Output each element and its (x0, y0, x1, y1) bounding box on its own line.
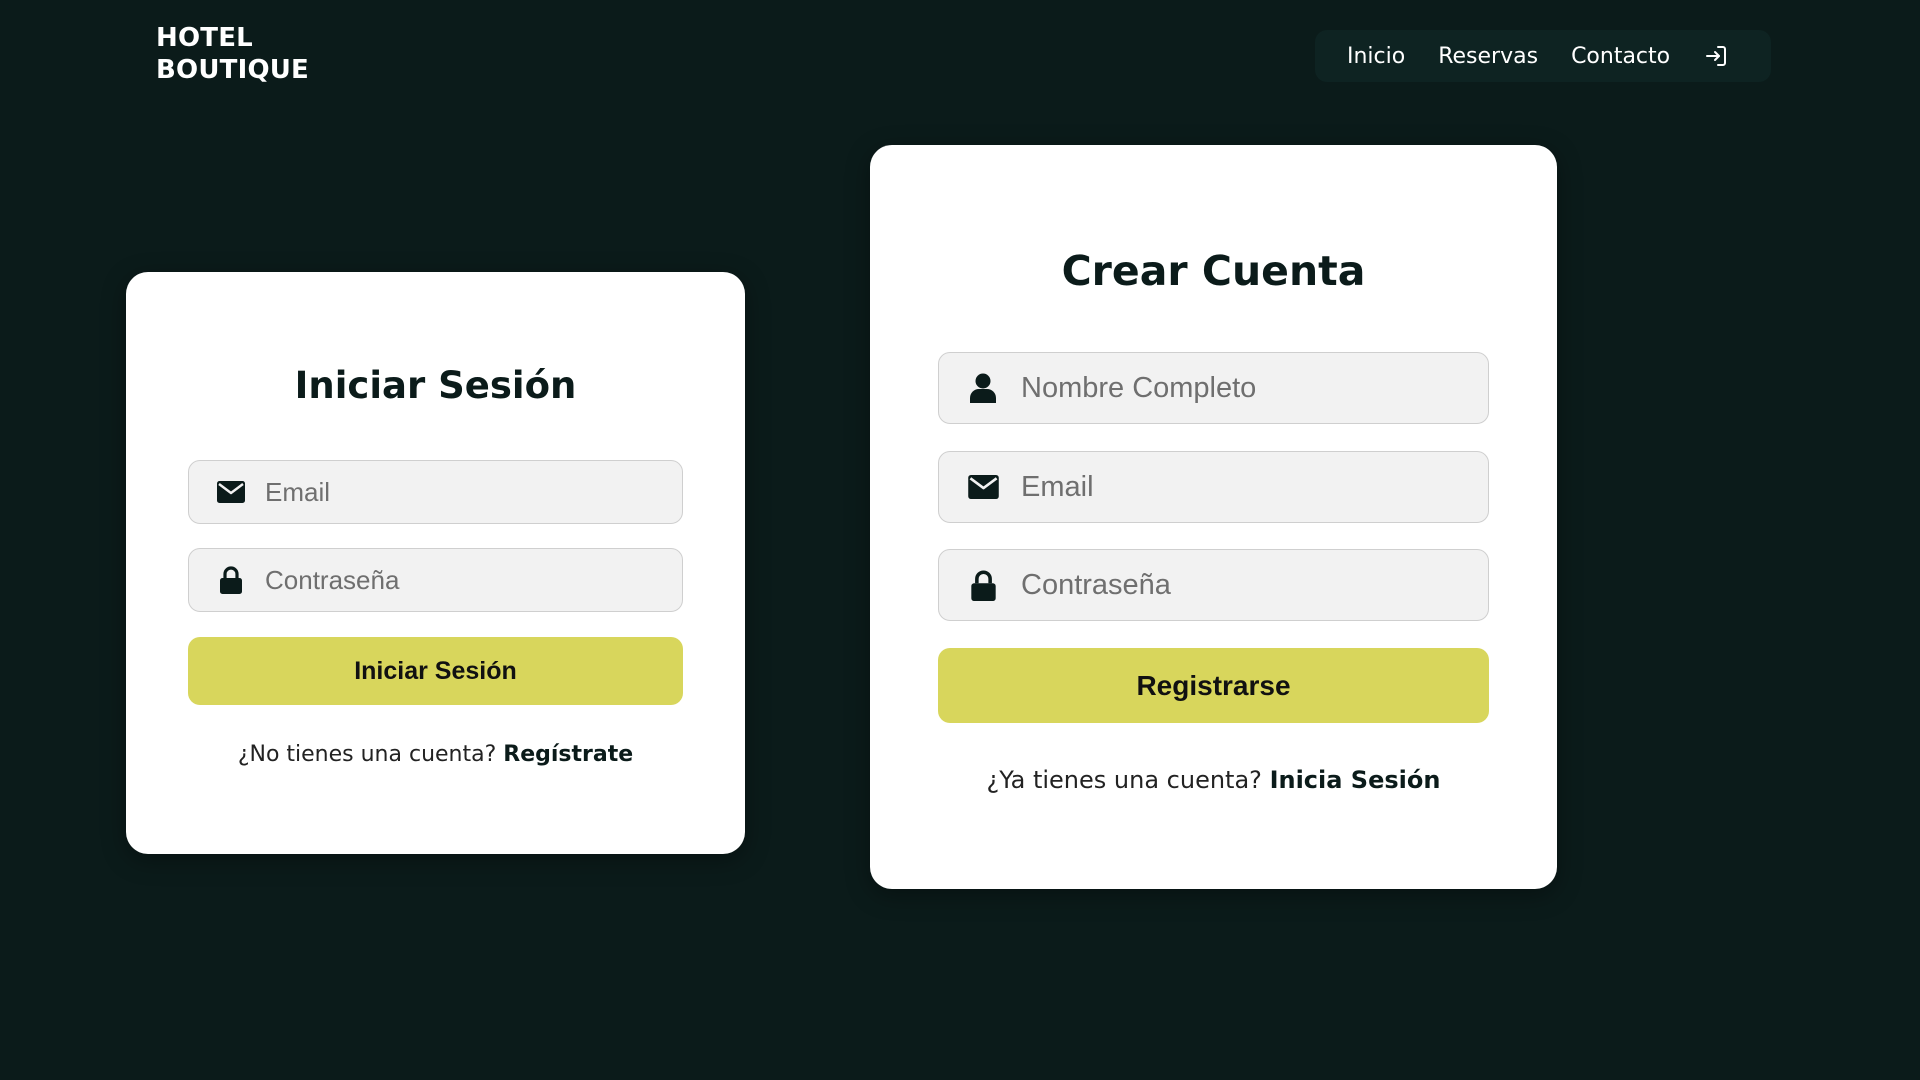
login-link[interactable]: Inicia Sesión (1270, 766, 1441, 794)
register-password-input[interactable] (1021, 550, 1488, 620)
register-link[interactable]: Regístrate (503, 742, 633, 767)
envelope-icon (965, 475, 1001, 499)
login-switch-text: ¿No tienes una cuenta? (237, 742, 497, 767)
login-title: Iniciar Sesión (294, 364, 577, 407)
register-switch-text: ¿Ya tienes una cuenta? (986, 766, 1262, 794)
register-switch-prompt: ¿Ya tienes una cuenta? Inicia Sesión (870, 766, 1557, 794)
logo-line-1: HOTEL (156, 23, 253, 53)
register-card: Crear Cuenta Nombre Completo Email Regis… (870, 145, 1557, 889)
nav-link-reservas[interactable]: Reservas (1438, 44, 1538, 69)
register-email-field[interactable] (938, 451, 1489, 523)
register-email-input[interactable] (1021, 452, 1488, 522)
login-password-field[interactable] (188, 548, 683, 612)
logo-line-2: BOUTIQUE (156, 55, 310, 85)
login-submit-button[interactable]: Iniciar Sesión (188, 637, 683, 705)
register-name-field[interactable] (938, 352, 1489, 424)
top-nav: Inicio Reservas Contacto (1315, 30, 1771, 82)
nav-link-inicio[interactable]: Inicio (1347, 44, 1405, 69)
lock-icon (965, 569, 1001, 601)
page: HOTEL BOUTIQUE Inicio Reservas Contacto … (0, 0, 1920, 1080)
nav-link-contacto[interactable]: Contacto (1571, 44, 1670, 69)
brand-logo[interactable]: HOTEL BOUTIQUE (156, 22, 309, 86)
user-icon (965, 373, 1001, 403)
login-switch-prompt: ¿No tienes una cuenta? Regístrate (126, 742, 745, 767)
login-email-input[interactable] (265, 461, 682, 523)
register-name-input[interactable] (1021, 353, 1488, 423)
register-password-field[interactable] (938, 549, 1489, 621)
register-title: Crear Cuenta (1061, 247, 1366, 295)
lock-icon (213, 566, 249, 594)
login-card: Iniciar Sesión Iniciar Sesión ¿No tiene (126, 272, 745, 854)
login-arrow-icon[interactable] (1703, 43, 1729, 69)
envelope-icon (213, 481, 249, 503)
register-submit-button[interactable]: Registrarse (938, 648, 1489, 723)
login-password-input[interactable] (265, 549, 682, 611)
login-email-field[interactable] (188, 460, 683, 524)
